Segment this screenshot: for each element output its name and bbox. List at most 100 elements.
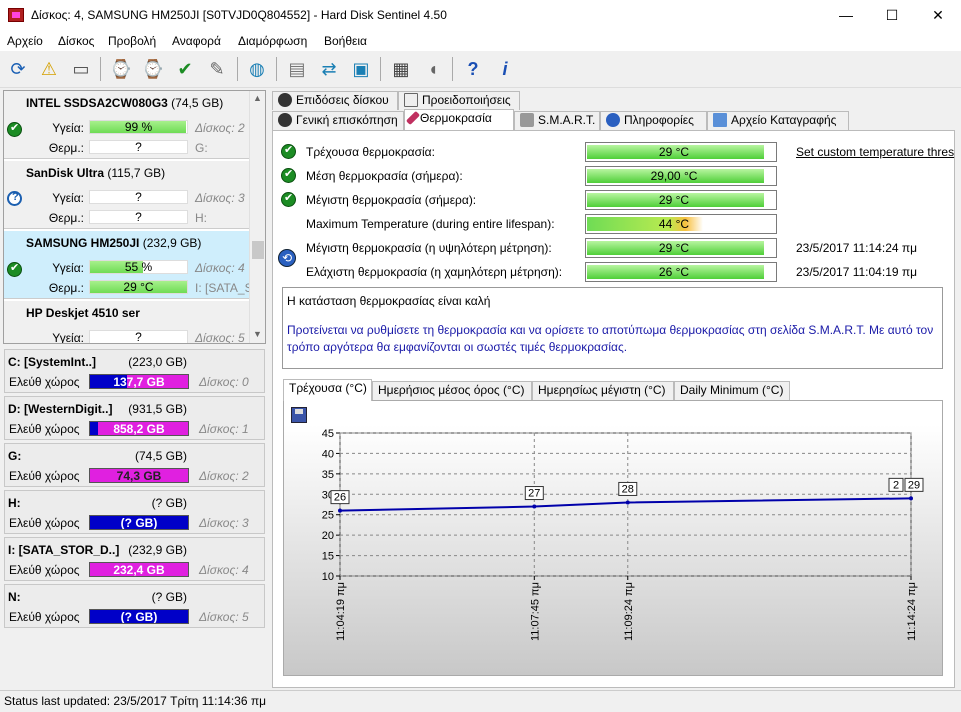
scroll-down-icon[interactable]: ▼	[253, 329, 262, 339]
temp-label: Θερμ.:	[48, 211, 84, 225]
tab-label: Ημερησίως μέγιστη (°C)	[538, 383, 666, 397]
network-icon[interactable]: ▣	[348, 56, 374, 82]
temp-label: Μέγιστη θερμοκρασία (σήμερα):	[306, 193, 477, 207]
x-tick-label: 11:07:45 πμ	[529, 582, 541, 641]
disk-config-icon[interactable]: ✎	[204, 56, 230, 82]
menu-view[interactable]: Προβολή	[108, 34, 156, 48]
volume-card[interactable]: G: (74,5 GB) Ελεύθ χώρος 74,3 GB Δίσκος:…	[4, 443, 265, 487]
refresh-icon[interactable]: ⟳	[5, 56, 31, 82]
tab-smart[interactable]: S.M.A.R.T.	[514, 111, 600, 130]
volume-card[interactable]: I: [SATA_STOR_D..] (232,9 GB) Ελεύθ χώρο…	[4, 537, 265, 581]
disk-card-samsung[interactable]: SAMSUNG HM250JI (232,9 GB) Υγεία: 55 % Δ…	[4, 231, 253, 299]
temp-label: Τρέχουσα θερμοκρασία:	[306, 145, 435, 159]
health-bar: ?	[89, 330, 188, 343]
temp-label: Θερμ.:	[48, 141, 84, 155]
tab-label: Θερμοκρασία	[420, 111, 492, 125]
sync-icon[interactable]: ⇄	[316, 56, 342, 82]
tab-label: Αρχείο Καταγραφής	[731, 113, 837, 127]
info-icon[interactable]: i	[492, 56, 518, 82]
health-bar: 55 %	[89, 260, 188, 274]
volume-card[interactable]: H: (? GB) Ελεύθ χώρος (? GB) Δίσκος: 3	[4, 490, 265, 534]
y-tick-label: 45	[322, 428, 334, 440]
menu-report[interactable]: Αναφορά	[172, 34, 221, 48]
disk-icon[interactable]: ▭	[68, 56, 94, 82]
menu-configuration[interactable]: Διαμόρφωση	[238, 34, 307, 48]
data-label: 28	[622, 483, 634, 495]
temp-bar: 29 °C	[585, 190, 777, 210]
free-space-value: 137,7 GB	[113, 375, 165, 389]
disk-ok-icon[interactable]: ✔	[172, 56, 198, 82]
temperature-info-box: Η κατάσταση θερμοκρασίας είναι καλή Προτ…	[282, 287, 943, 369]
tab-label: Επιδόσεις δίσκου	[296, 93, 389, 107]
disk-test-icon[interactable]: ⌚	[140, 56, 166, 82]
free-space-label: Ελεύθ χώρος	[9, 516, 80, 530]
thermometer-icon	[405, 110, 421, 126]
status-bar: Status last updated: 23/5/2017 Τρίτη 11:…	[0, 690, 961, 712]
y-tick-label: 40	[322, 448, 334, 460]
tab-log[interactable]: Αρχείο Καταγραφής	[707, 111, 849, 130]
volume-card[interactable]: D: [WesternDigit..] (931,5 GB) Ελεύθ χώρ…	[4, 396, 265, 440]
disk-list-scrollbar[interactable]: ▲ ▼	[249, 91, 265, 343]
menu-bar: Αρχείο Δίσκος Προβολή Αναφορά Διαμόρφωση…	[0, 31, 961, 51]
gauge-icon	[278, 113, 292, 127]
scroll-up-icon[interactable]: ▲	[253, 93, 262, 103]
tab-label: S.M.A.R.T.	[538, 113, 596, 127]
speaker-icon[interactable]: ◖	[420, 56, 446, 82]
tab-temperature[interactable]: Θερμοκρασία	[404, 109, 514, 130]
monitor-icon[interactable]: ▦	[388, 56, 414, 82]
y-tick-label: 15	[322, 551, 334, 563]
disk-number: Δίσκος: 3	[195, 191, 245, 205]
temp-bar: ?	[89, 210, 188, 224]
disk-card-intel[interactable]: INTEL SSDSA2CW080G3 (74,5 GB) Υγεία: 99 …	[4, 91, 250, 159]
temp-timestamp: 23/5/2017 11:14:24 πμ	[796, 241, 918, 255]
scroll-thumb[interactable]	[252, 241, 264, 259]
disk-number: Δίσκος: 4	[195, 261, 245, 275]
temp-bar: 29,00 °C	[585, 166, 777, 186]
graph-tab-daily-max[interactable]: Ημερησίως μέγιστη (°C)	[532, 381, 674, 400]
volume-name: C: [SystemInt..]	[8, 355, 97, 369]
health-label: Υγεία:	[52, 331, 84, 344]
graph-tab-current[interactable]: Τρέχουσα (°C)	[283, 379, 372, 401]
volume-disk: Δίσκος: 0	[199, 375, 249, 389]
menu-help[interactable]: Βοήθεια	[324, 34, 367, 48]
health-label: Υγεία:	[52, 121, 84, 135]
tab-disk-performance[interactable]: Επιδόσεις δίσκου	[272, 91, 398, 110]
save-icon[interactable]	[291, 407, 307, 423]
y-tick-label: 25	[322, 510, 334, 522]
tab-label: Γενική επισκόπηση	[296, 113, 398, 127]
disk-card-hp[interactable]: HP Deskjet 4510 ser Υγεία: ? Δίσκος: 5	[4, 301, 250, 344]
free-space-bar: 74,3 GB	[89, 468, 189, 483]
report-icon[interactable]: ▤	[284, 56, 310, 82]
minimize-button[interactable]: —	[823, 0, 869, 31]
temperature-page: Τρέχουσα θερμοκρασία: 29 °C Set custom t…	[272, 130, 955, 688]
tab-overview[interactable]: Γενική επισκόπηση	[272, 111, 404, 130]
globe-icon[interactable]: ◍	[244, 56, 270, 82]
graph-tab-daily-average[interactable]: Ημερήσιος μέσος όρος (°C)	[372, 381, 532, 400]
graph-tab-daily-min[interactable]: Daily Minimum (°C)	[674, 381, 790, 400]
volume-name: D: [WesternDigit..]	[8, 402, 113, 416]
disk-capacity: (232,9 GB)	[142, 236, 202, 250]
free-space-value: (? GB)	[120, 516, 158, 530]
set-custom-temperature-link[interactable]: Set custom temperature thres	[796, 145, 954, 159]
tab-information[interactable]: Πληροφορίες	[600, 111, 707, 130]
disk-card-sandisk[interactable]: SanDisk Ultra (115,7 GB) Υγεία: ? Δίσκος…	[4, 161, 250, 229]
disk-test-icon[interactable]: ⌚	[108, 56, 134, 82]
menu-disk[interactable]: Δίσκος	[58, 34, 94, 48]
close-button[interactable]: ✕	[915, 0, 961, 31]
free-space-value: 858,2 GB	[113, 422, 165, 436]
volume-card[interactable]: N: (? GB) Ελεύθ χώρος (? GB) Δίσκος: 5	[4, 584, 265, 628]
warning-icon[interactable]: ⚠	[36, 56, 62, 82]
volume-disk: Δίσκος: 4	[199, 563, 249, 577]
menu-file[interactable]: Αρχείο	[7, 34, 43, 48]
volume-card[interactable]: C: [SystemInt..] (223,0 GB) Ελεύθ χώρος …	[4, 349, 265, 393]
maximize-button[interactable]: ☐	[869, 0, 915, 31]
help-icon[interactable]: ?	[460, 56, 486, 82]
tab-alerts[interactable]: Προειδοποιήσεις	[398, 91, 520, 110]
temp-value: 29 °C	[658, 145, 690, 159]
status-ok-icon	[281, 167, 296, 183]
temperature-status: Η κατάσταση θερμοκρασίας είναι καλή	[287, 294, 491, 308]
temp-value: 29,00 °C	[650, 169, 698, 183]
free-space-value: 74,3 GB	[116, 469, 162, 483]
free-space-label: Ελεύθ χώρος	[9, 610, 80, 624]
temp-bar: 29 °C	[585, 238, 777, 258]
